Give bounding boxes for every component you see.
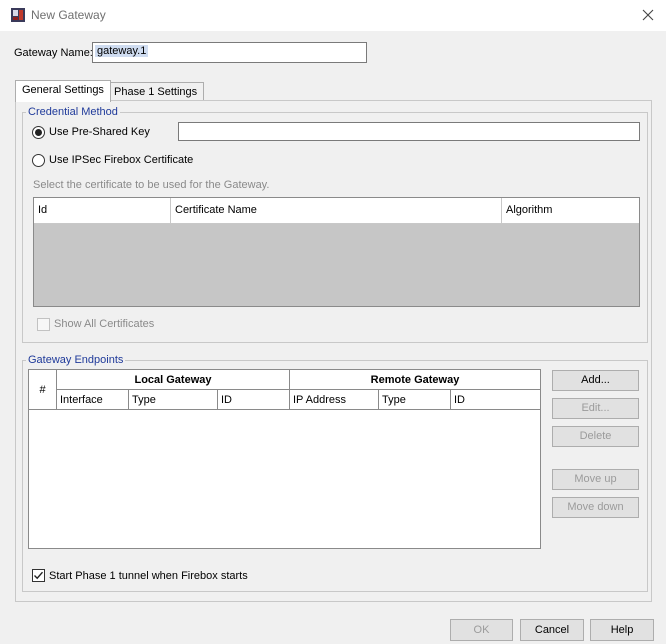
gateway-endpoints-table-body[interactable] [29, 410, 540, 548]
firebox-app-icon [10, 7, 26, 23]
pre-shared-key-radio[interactable] [32, 126, 45, 139]
column-header-id[interactable]: Id [34, 198, 171, 224]
show-all-certificates-label: Show All Certificates [54, 318, 155, 330]
column-header-certificate-name[interactable]: Certificate Name [171, 198, 502, 224]
ok-button[interactable]: OK [450, 619, 513, 641]
local-gateway-header-label: Local Gateway [134, 374, 212, 386]
column-header-local-type[interactable]: Type [129, 390, 218, 410]
pre-shared-key-input[interactable] [178, 122, 640, 141]
column-header-local-id-label: ID [221, 394, 232, 406]
move-down-button[interactable]: Move down [552, 497, 639, 518]
start-phase1-label: Start Phase 1 tunnel when Firebox starts [49, 570, 248, 582]
certificate-table-body[interactable] [34, 224, 639, 306]
column-header-local-type-label: Type [132, 394, 156, 406]
gateway-name-label: Gateway Name: [14, 47, 93, 59]
tab-general-settings[interactable]: General Settings [15, 80, 111, 102]
gateway-name-value: gateway.1 [95, 45, 149, 57]
close-button[interactable] [636, 4, 660, 26]
column-header-id-label: Id [38, 204, 48, 216]
local-gateway-header: Local Gateway [57, 370, 290, 390]
help-button[interactable]: Help [590, 619, 654, 641]
column-header-index-label: # [39, 384, 46, 396]
add-endpoint-button[interactable]: Add... [552, 370, 639, 391]
column-header-remote-id-label: ID [454, 394, 465, 406]
credential-method-legend: Credential Method [26, 106, 120, 118]
checkmark-icon [34, 571, 44, 580]
tab-phase1-settings-label: Phase 1 Settings [114, 86, 198, 98]
gateway-name-input[interactable]: gateway.1 [92, 42, 367, 63]
column-header-index[interactable]: # [29, 370, 57, 410]
move-up-button[interactable]: Move up [552, 469, 639, 490]
column-header-remote-id[interactable]: ID [451, 390, 540, 410]
start-phase1-checkbox[interactable] [32, 569, 45, 582]
gateway-endpoints-table[interactable]: # Local Gateway Remote Gateway Interface… [28, 369, 541, 549]
column-header-algorithm[interactable]: Algorithm [502, 198, 639, 224]
remote-gateway-header-label: Remote Gateway [370, 374, 460, 386]
column-header-local-interface[interactable]: Interface [57, 390, 129, 410]
column-header-local-id[interactable]: ID [218, 390, 290, 410]
column-header-certificate-name-label: Certificate Name [175, 204, 257, 216]
certificate-table[interactable]: Id Certificate Name Algorithm [33, 197, 640, 307]
delete-endpoint-button[interactable]: Delete [552, 426, 639, 447]
show-all-certificates-checkbox[interactable] [37, 318, 50, 331]
tab-phase1-settings[interactable]: Phase 1 Settings [107, 82, 205, 101]
column-header-remote-type-label: Type [382, 394, 406, 406]
column-header-algorithm-label: Algorithm [506, 204, 553, 216]
cancel-button[interactable]: Cancel [520, 619, 584, 641]
close-icon [642, 9, 654, 21]
certificate-hint: Select the certificate to be used for th… [33, 179, 270, 191]
radio-selected-dot [35, 129, 42, 136]
column-header-remote-ip-address-label: IP Address [293, 394, 346, 406]
column-header-local-interface-label: Interface [60, 394, 103, 406]
column-header-remote-type[interactable]: Type [379, 390, 451, 410]
edit-endpoint-button[interactable]: Edit... [552, 398, 639, 419]
remote-gateway-header: Remote Gateway [290, 370, 540, 390]
certificate-radio[interactable] [32, 154, 45, 167]
certificate-label: Use IPSec Firebox Certificate [49, 154, 194, 166]
tab-general-settings-label: General Settings [22, 84, 104, 96]
column-header-remote-ip-address[interactable]: IP Address [290, 390, 379, 410]
pre-shared-key-label: Use Pre-Shared Key [49, 126, 150, 138]
gateway-endpoints-legend: Gateway Endpoints [26, 354, 126, 366]
window-title: New Gateway [31, 8, 106, 22]
